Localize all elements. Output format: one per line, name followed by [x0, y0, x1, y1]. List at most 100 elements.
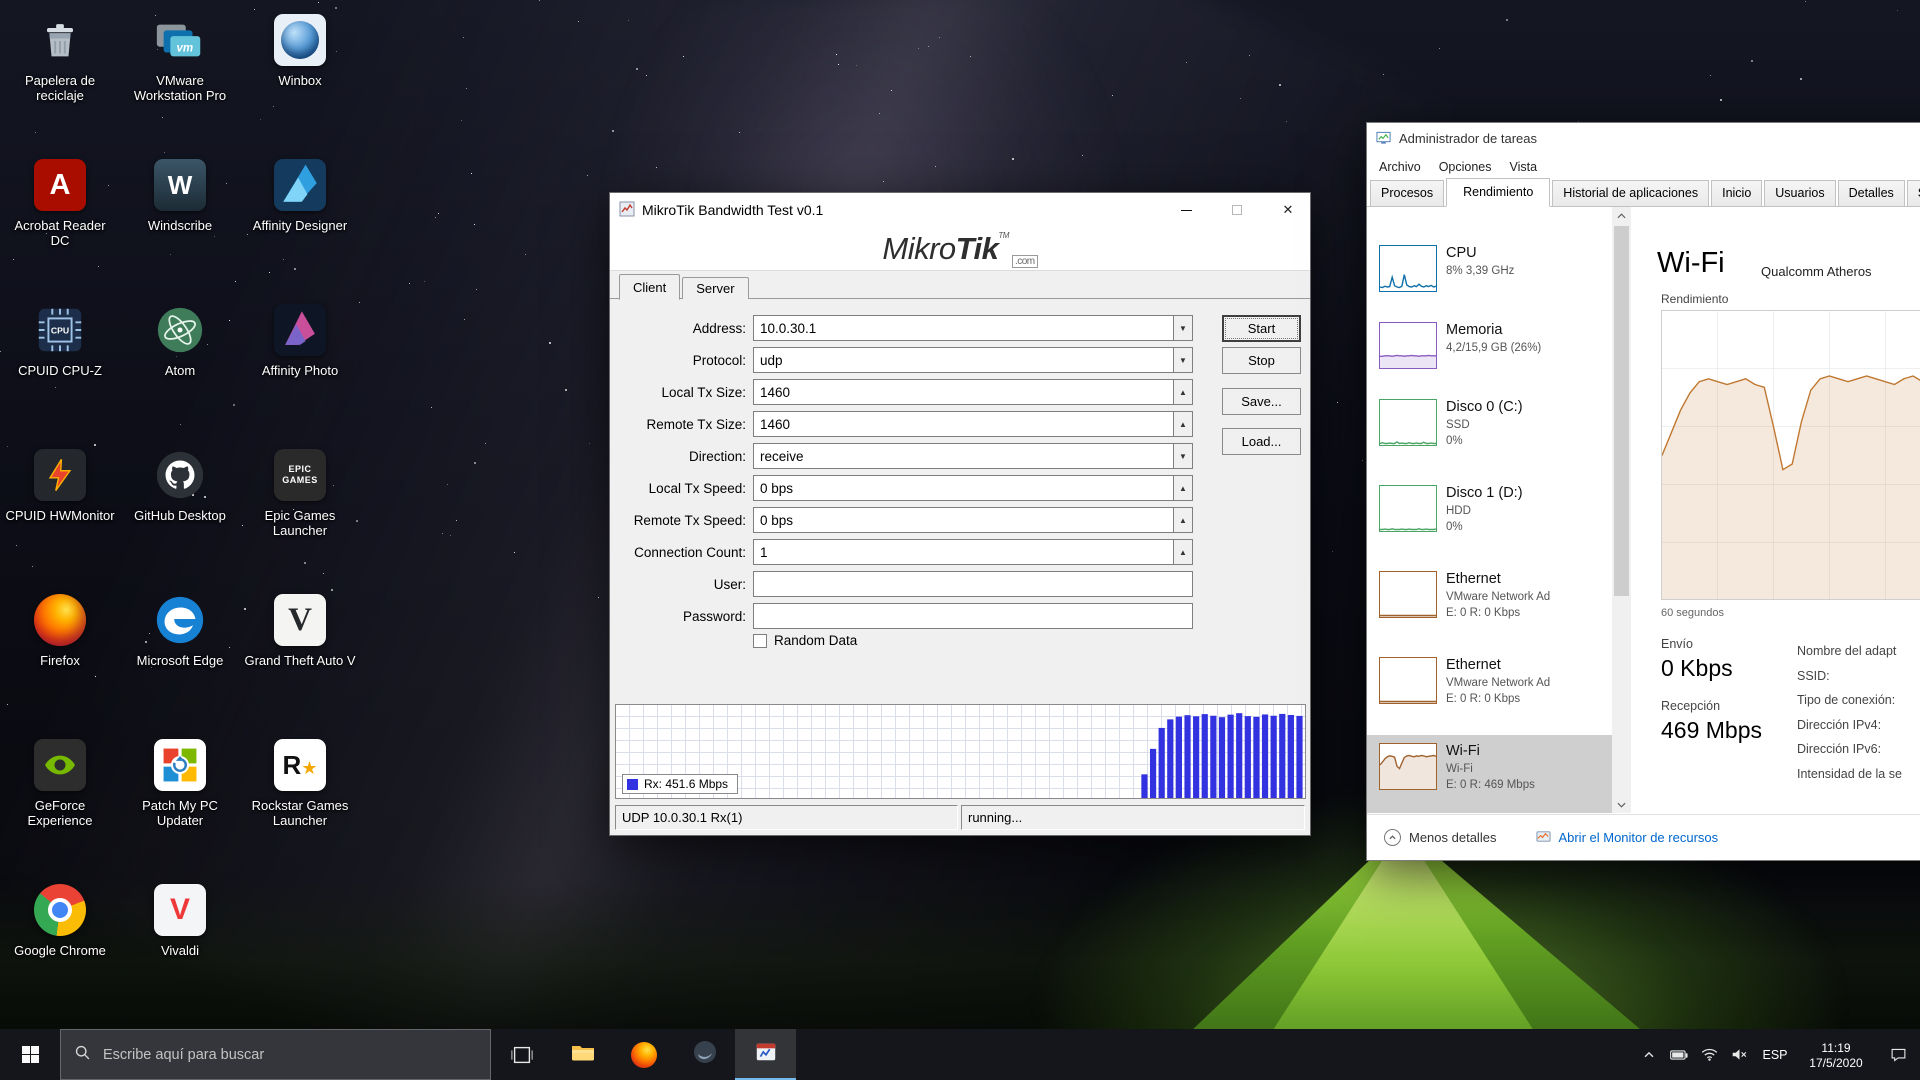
maximize-button[interactable] [1215, 193, 1259, 227]
open-resource-monitor-link[interactable]: Abrir el Monitor de recursos [1536, 829, 1718, 847]
menu-archivo[interactable]: Archivo [1370, 157, 1430, 177]
desktop-icon-patchmypc[interactable]: Patch My PC Updater [123, 737, 237, 829]
resource-monitor-icon [1536, 829, 1551, 847]
volume-muted-icon[interactable] [1724, 1029, 1754, 1080]
perf-sidebar-eth1[interactable]: Ethernet VMware Network AdE: 0 R: 0 Kbps [1367, 563, 1612, 649]
local-tx-size-input[interactable]: 1460▲ [753, 379, 1193, 405]
desktop-icon-firefox[interactable]: Firefox [3, 592, 117, 668]
random-data-checkbox[interactable] [753, 634, 767, 648]
dropdown-arrow-icon[interactable]: ▼ [1173, 316, 1192, 340]
perf-sidebar-memoria[interactable]: Memoria 4,2/15,9 GB (26%) [1367, 314, 1612, 391]
taskbar-search[interactable]: Escribe aquí para buscar [60, 1029, 491, 1080]
load-button[interactable]: Load... [1222, 428, 1301, 455]
scroll-up-icon[interactable] [1612, 207, 1631, 224]
dropdown-arrow-icon[interactable]: ▼ [1173, 348, 1192, 372]
less-details-button[interactable]: Menos detalles [1384, 829, 1496, 846]
close-button[interactable]: ✕ [1266, 193, 1310, 227]
taskbar-app-photos[interactable] [674, 1029, 735, 1080]
field-label: Connection Count: [618, 545, 746, 560]
protocol-input[interactable]: udp▼ [753, 347, 1193, 373]
perf-sidebar-cpu[interactable]: CPU 8% 3,39 GHz [1367, 237, 1612, 314]
user-input[interactable] [753, 571, 1193, 597]
desktop-icon-atom[interactable]: Atom [123, 302, 237, 378]
wallpaper-stars-bright [0, 0, 2, 2]
perf-sidebar-disco0[interactable]: Disco 0 (C:) SSD0% [1367, 391, 1612, 477]
desktop-icon-gta5[interactable]: V Grand Theft Auto V [243, 592, 357, 668]
task-manager-titlebar[interactable]: Administrador de tareas [1367, 123, 1920, 154]
connection-count-input[interactable]: 1▲ [753, 539, 1193, 565]
tab-servicios[interactable]: Servicios [1907, 180, 1920, 207]
desktop-icon-epic[interactable]: EPICGAMES Epic Games Launcher [243, 447, 357, 539]
wifi-icon[interactable] [1694, 1029, 1724, 1080]
sidebar-scrollbar[interactable] [1612, 207, 1631, 813]
direction-input[interactable]: receive▼ [753, 443, 1193, 469]
start-button[interactable]: Start [1222, 315, 1301, 342]
stat-envío: Envío 0 Kbps [1661, 637, 1762, 682]
perf-item-sub: E: 0 R: 0 Kbps [1446, 691, 1550, 707]
tab-rendimiento[interactable]: Rendimiento [1446, 178, 1550, 207]
desktop-icon-geforce[interactable]: GeForce Experience [3, 737, 117, 829]
desktop-icon-github[interactable]: GitHub Desktop [123, 447, 237, 523]
scrollbar-thumb[interactable] [1614, 226, 1629, 596]
keyboard-language[interactable]: ESP [1754, 1048, 1796, 1062]
desktop-icon-affinity-designer[interactable]: Affinity Designer [243, 157, 357, 233]
minimize-button[interactable] [1164, 193, 1208, 227]
remote-tx-speed-input[interactable]: 0 bps▲ [753, 507, 1193, 533]
form-row-direction: Direction: receive▼ [610, 440, 1310, 472]
spinner-arrow-icon[interactable]: ▲ [1173, 508, 1192, 532]
desktop-icon-winbox[interactable]: Winbox [243, 12, 357, 88]
tab-client[interactable]: Client [619, 274, 680, 300]
atom-icon [152, 302, 208, 358]
bandwidth-test-titlebar[interactable]: MikroTik Bandwidth Test v0.1 ✕ [610, 193, 1310, 227]
spinner-arrow-icon[interactable]: ▲ [1173, 540, 1192, 564]
desktop-icon-chrome[interactable]: Google Chrome [3, 882, 117, 958]
perf-sidebar-disco1[interactable]: Disco 1 (D:) HDD0% [1367, 477, 1612, 563]
tab-detalles[interactable]: Detalles [1838, 180, 1905, 207]
spinner-arrow-icon[interactable]: ▲ [1173, 412, 1192, 436]
desktop-icon-acrobat[interactable]: A Acrobat Reader DC [3, 157, 117, 249]
hidden-icons-chevron[interactable] [1634, 1029, 1664, 1080]
desktop-icon-hwmonitor[interactable]: CPUID HWMonitor [3, 447, 117, 523]
desktop-icon-affinity-photo[interactable]: Affinity Photo [243, 302, 357, 378]
desktop-icon-label: GeForce Experience [4, 798, 116, 829]
scroll-down-icon[interactable] [1612, 796, 1631, 813]
save-button[interactable]: Save... [1222, 388, 1301, 415]
battery-icon[interactable] [1664, 1029, 1694, 1080]
desktop-icon-recycle-bin[interactable]: Papelera de reciclaje [3, 12, 117, 104]
perf-sidebar-eth2[interactable]: Ethernet VMware Network AdE: 0 R: 0 Kbps [1367, 649, 1612, 735]
github-icon [152, 447, 208, 503]
start-button[interactable] [0, 1029, 60, 1080]
desktop-icon-windscribe[interactable]: W Windscribe [123, 157, 237, 233]
stop-button[interactable]: Stop [1222, 347, 1301, 374]
menu-vista[interactable]: Vista [1501, 157, 1547, 177]
password-input[interactable] [753, 603, 1193, 629]
tab-procesos[interactable]: Procesos [1370, 180, 1444, 207]
desktop-icon-vivaldi[interactable]: V Vivaldi [123, 882, 237, 958]
perf-sidebar-wifi[interactable]: Wi-Fi Wi-FiE: 0 R: 469 Mbps [1367, 735, 1612, 813]
taskbar-app-btest[interactable] [735, 1029, 796, 1080]
desktop-icon-label: GitHub Desktop [134, 508, 226, 523]
task-view-button[interactable] [491, 1029, 552, 1080]
action-center-button[interactable] [1876, 1029, 1920, 1080]
taskbar-clock[interactable]: 11:19 17/5/2020 [1796, 1039, 1876, 1071]
tab-usuarios[interactable]: Usuarios [1764, 180, 1835, 207]
desktop-icon-label: Rockstar Games Launcher [244, 798, 356, 829]
menu-opciones[interactable]: Opciones [1430, 157, 1501, 177]
tab-server[interactable]: Server [682, 277, 748, 299]
spinner-arrow-icon[interactable]: ▲ [1173, 380, 1192, 404]
tab-inicio[interactable]: Inicio [1711, 180, 1762, 207]
local-tx-speed-input[interactable]: 0 bps▲ [753, 475, 1193, 501]
info-label: Tipo de conexión: [1797, 688, 1902, 713]
address-input[interactable]: 10.0.30.1▼ [753, 315, 1193, 341]
form-row-address: Address: 10.0.30.1▼ [610, 312, 1310, 344]
dropdown-arrow-icon[interactable]: ▼ [1173, 444, 1192, 468]
spinner-arrow-icon[interactable]: ▲ [1173, 476, 1192, 500]
taskbar-app-file-explorer[interactable] [552, 1029, 613, 1080]
tab-historial-de-aplicaciones[interactable]: Historial de aplicaciones [1552, 180, 1709, 207]
desktop-icon-vmware[interactable]: vm VMware Workstation Pro [123, 12, 237, 104]
desktop-icon-cpuz[interactable]: CPU CPUID CPU-Z [3, 302, 117, 378]
desktop-icon-rockstar[interactable]: R★ Rockstar Games Launcher [243, 737, 357, 829]
desktop-icon-edge[interactable]: Microsoft Edge [123, 592, 237, 668]
taskbar-app-firefox[interactable] [613, 1029, 674, 1080]
remote-tx-size-input[interactable]: 1460▲ [753, 411, 1193, 437]
